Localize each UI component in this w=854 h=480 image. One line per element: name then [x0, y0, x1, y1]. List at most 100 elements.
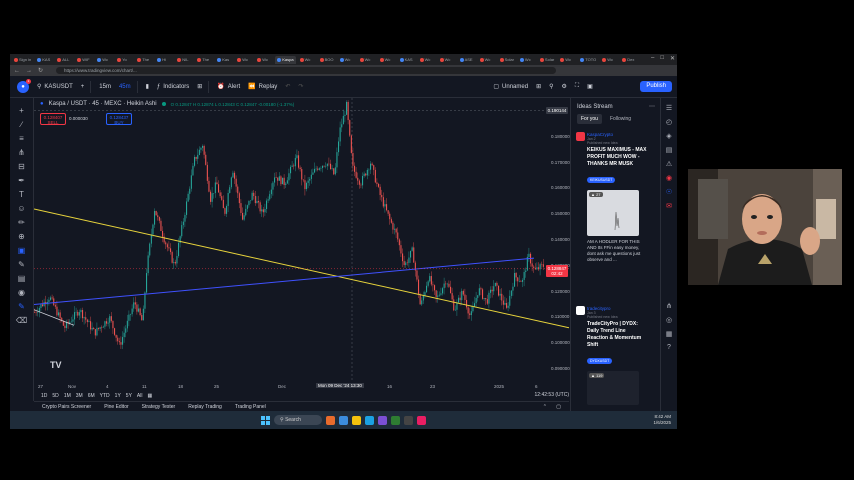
browser-tab[interactable]: Hi [155, 56, 173, 64]
tab-pine-editor[interactable]: Pine Editor [104, 404, 128, 410]
help-icon[interactable]: ? [667, 344, 671, 351]
idea-symbol-pill[interactable]: KEIKUSUSDT [587, 177, 616, 183]
hotlist-icon[interactable]: ▤ [666, 146, 673, 154]
idea-card[interactable]: tradecitypro Jan 3 Published new Idea Tr… [576, 306, 658, 405]
undo-button[interactable]: ↶ [285, 83, 290, 90]
edge-icon[interactable] [365, 415, 374, 425]
back-icon[interactable]: ← [14, 68, 22, 74]
price-scale[interactable]: 0.180000 0.170000 0.160000 0.150000 0.140000… [545, 98, 570, 382]
layout-button[interactable]: ▢ Unnamed [493, 83, 528, 91]
interval-45m-button[interactable]: 45m [119, 84, 131, 90]
yellow-trendline[interactable] [34, 208, 569, 329]
trendline-icon[interactable]: ∕ [21, 120, 22, 129]
layout-grid-button[interactable]: ⊞ [536, 83, 541, 90]
hide-icon[interactable]: ✎ [18, 302, 25, 311]
range-button[interactable]: 3M [76, 393, 83, 399]
taskbar-search[interactable]: ⚲ Search [274, 415, 322, 425]
range-button[interactable]: 1Y [115, 393, 121, 399]
idea-symbol-pill[interactable]: DYDXUSDT [587, 358, 613, 364]
replay-button[interactable]: ⏪ Replay [248, 83, 277, 91]
browser-tab[interactable]: Wc [358, 56, 376, 64]
messages-icon[interactable]: ✉ [666, 202, 672, 210]
browser-tab[interactable]: NIL [175, 56, 193, 64]
browser-tab[interactable]: Wc [558, 56, 576, 64]
idea-title[interactable]: TradeCityPro | DYDX: Daily Trend Line Re… [587, 321, 647, 349]
browser-tab[interactable]: Wc [298, 56, 316, 64]
range-button[interactable]: 6M [88, 393, 95, 399]
lock-icon[interactable]: ▤ [18, 274, 26, 283]
windows-start-icon[interactable] [261, 415, 270, 425]
browser-tab[interactable]: Solar [538, 56, 556, 64]
brush-icon[interactable]: ✒ [18, 176, 25, 185]
browser-tab[interactable]: BOO [318, 56, 336, 64]
publish-button[interactable]: Publish [640, 81, 672, 92]
browser-tab[interactable]: Wc [438, 56, 456, 64]
time-scale[interactable]: Mon 09 Dec '24 13:30 27 Nov 4 11 18 25 Dec 16 23… [34, 382, 569, 391]
range-button[interactable]: YTD [100, 393, 110, 399]
add-symbol-button[interactable]: + [81, 84, 85, 90]
tab-replay-trading[interactable]: Replay Trading [188, 404, 222, 410]
app-icon[interactable] [404, 415, 413, 425]
chart-pane[interactable]: ● Kaspa / USDT · 45 · MEXC · Heikin Ashi… [34, 98, 569, 382]
browser-tab[interactable]: KAS [35, 56, 53, 64]
emoji-icon[interactable]: ☺ [17, 204, 25, 213]
utc-clock[interactable]: 12:42:53 (UTC) [535, 392, 569, 398]
browser-tab[interactable]: Wc [600, 56, 618, 64]
browser-tab[interactable]: Wc [255, 56, 273, 64]
browser-tab[interactable]: Sign in [12, 56, 33, 64]
tab-trading-panel[interactable]: Trading Panel [235, 404, 266, 410]
app-icon[interactable] [417, 415, 426, 425]
more-icon[interactable]: ⋯ [649, 103, 655, 110]
blue-trendline[interactable] [34, 257, 535, 306]
tab-for-you[interactable]: For you [577, 114, 602, 124]
url-input[interactable]: https://www.tradingview.com/chart/... [56, 67, 556, 74]
browser-tab[interactable]: ALL [55, 56, 73, 64]
browser-tab[interactable]: Kaspa [275, 55, 296, 64]
calendar-icon[interactable]: ▦ [666, 330, 673, 338]
text-icon[interactable]: T [19, 190, 24, 199]
close-window-button[interactable]: ✕ [670, 55, 675, 62]
browser-tab[interactable]: Solar [498, 56, 516, 64]
browser-tab[interactable]: ASE [458, 56, 476, 64]
alert-button[interactable]: ⏰ Alert [217, 83, 240, 91]
app-icon[interactable] [378, 415, 387, 425]
browser-tab[interactable]: Wc [235, 56, 253, 64]
eye-icon[interactable]: ◉ [18, 288, 25, 297]
indicators-button[interactable]: ƒ Indicators [157, 84, 189, 90]
symbol-search-button[interactable]: ⚲ KASUSDT [37, 83, 73, 91]
redo-button[interactable]: ↷ [298, 83, 303, 90]
range-button[interactable]: 5Y [126, 393, 132, 399]
pattern-icon[interactable]: ⋔ [666, 302, 672, 310]
range-button[interactable]: 1D [41, 393, 47, 399]
reload-icon[interactable]: ↻ [38, 67, 46, 74]
maximize-panel-icon[interactable]: ▢ [556, 404, 561, 410]
range-button[interactable]: 5D [52, 393, 58, 399]
browser-tab[interactable]: Wc [338, 56, 356, 64]
magnet-icon[interactable]: ▣ [18, 246, 26, 255]
browser-tab[interactable]: Dex [620, 56, 638, 64]
idea-card[interactable]: KaspaCrypto Jan 2 Published new Idea KEI… [576, 132, 658, 263]
price-chart[interactable] [34, 98, 569, 382]
folder-icon[interactable] [352, 415, 361, 425]
date-range-icon[interactable]: ▦ [147, 393, 152, 399]
interval-15m-button[interactable]: 15m [99, 84, 111, 90]
fib-icon[interactable]: ≡ [19, 134, 24, 143]
app-icon[interactable] [339, 415, 348, 425]
notifications-icon[interactable]: ⚠ [666, 160, 672, 168]
layers-icon[interactable]: ◈ [666, 132, 671, 140]
idea-title[interactable]: KEIKUS MAXIMUS - MAX PROFIT MUCH WOW - T… [587, 147, 647, 168]
white-trendline[interactable] [34, 309, 75, 326]
ruler-icon[interactable]: ✏ [18, 218, 25, 227]
templates-button[interactable]: ⊞ [197, 83, 202, 90]
chrome-icon[interactable] [391, 415, 400, 425]
alerts-clock-icon[interactable]: ◴ [666, 118, 672, 126]
chart-type-button[interactable]: ▮ [146, 83, 149, 90]
browser-tab[interactable]: Wc [95, 56, 113, 64]
pattern-icon[interactable]: ⋔ [18, 148, 25, 157]
browser-tab[interactable]: Kas [215, 56, 233, 64]
tab-following[interactable]: Following [606, 114, 635, 124]
lock-draw-icon[interactable]: ✎ [18, 260, 25, 269]
sell-button[interactable]: 0.128407 SELL [40, 113, 66, 125]
trash-icon[interactable]: ⌫ [16, 316, 27, 325]
idea-thumbnail[interactable]: ▲ 27 [587, 190, 639, 236]
